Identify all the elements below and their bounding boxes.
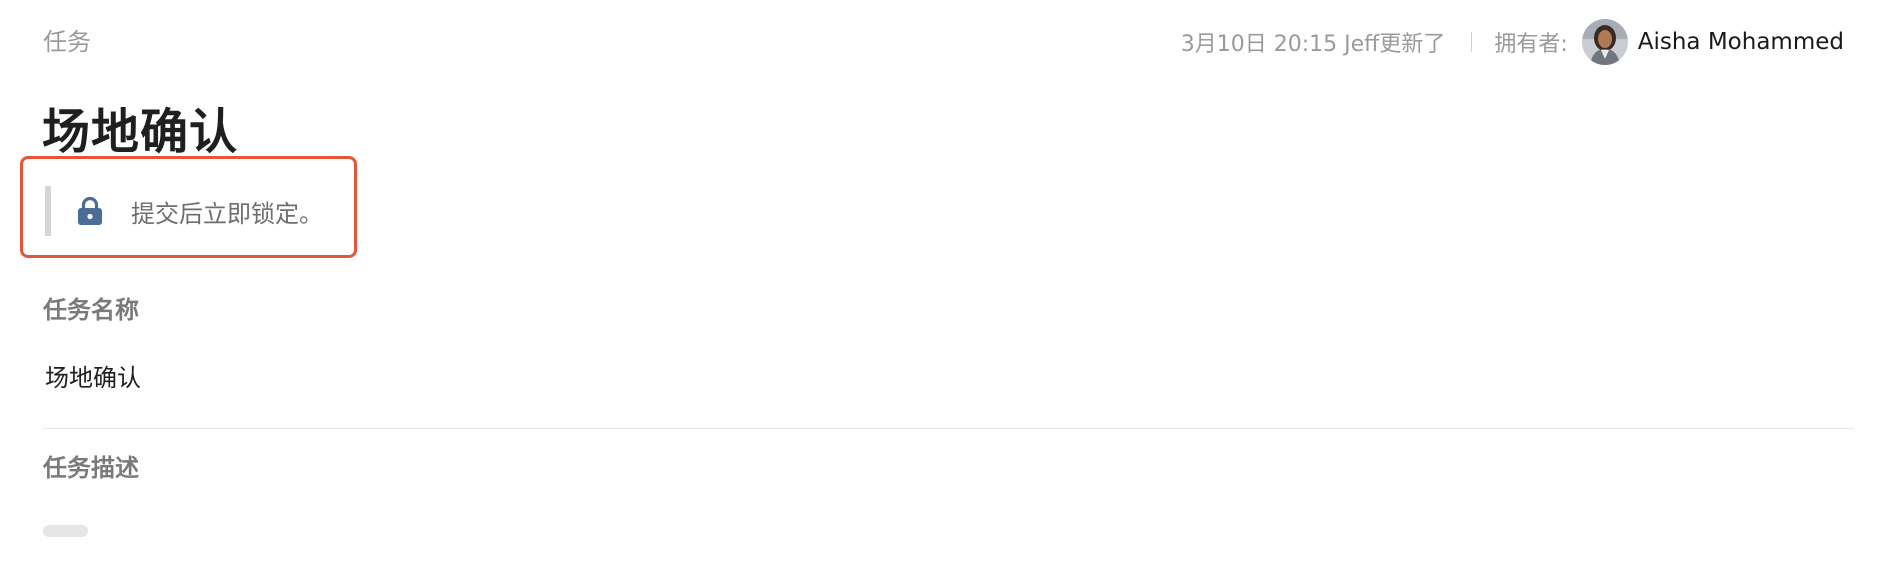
task-meta: 3月10日 20:15 Jeff更新了 拥有者: Aisha Mohammed: [1181, 17, 1844, 67]
task-description-label: 任务描述: [43, 454, 139, 482]
task-name-label: 任务名称: [43, 296, 139, 324]
owner-avatar[interactable]: [1581, 19, 1628, 65]
avatar-image: [1581, 19, 1628, 65]
notice-accent-bar: [45, 186, 51, 236]
lock-notice: 提交后立即锁定。: [20, 156, 357, 258]
task-detail-page: 任务 3月10日 20:15 Jeff更新了 拥有者: Aisha Mohamm…: [0, 0, 1894, 576]
owner-label: 拥有者:: [1494, 32, 1568, 57]
description-placeholder-skeleton[interactable]: [43, 525, 88, 537]
lock-icon: [78, 196, 102, 225]
task-name-value[interactable]: 场地确认: [45, 358, 141, 393]
owner-name[interactable]: Aisha Mohammed: [1638, 29, 1844, 55]
field-divider: [43, 428, 1854, 429]
breadcrumb[interactable]: 任务: [43, 22, 91, 57]
page-title: 场地确认: [42, 104, 239, 160]
last-updated-text: 3月10日 20:15 Jeff更新了: [1180, 32, 1446, 57]
notice-text: 提交后立即锁定。: [131, 200, 323, 228]
meta-divider: [1471, 32, 1473, 52]
